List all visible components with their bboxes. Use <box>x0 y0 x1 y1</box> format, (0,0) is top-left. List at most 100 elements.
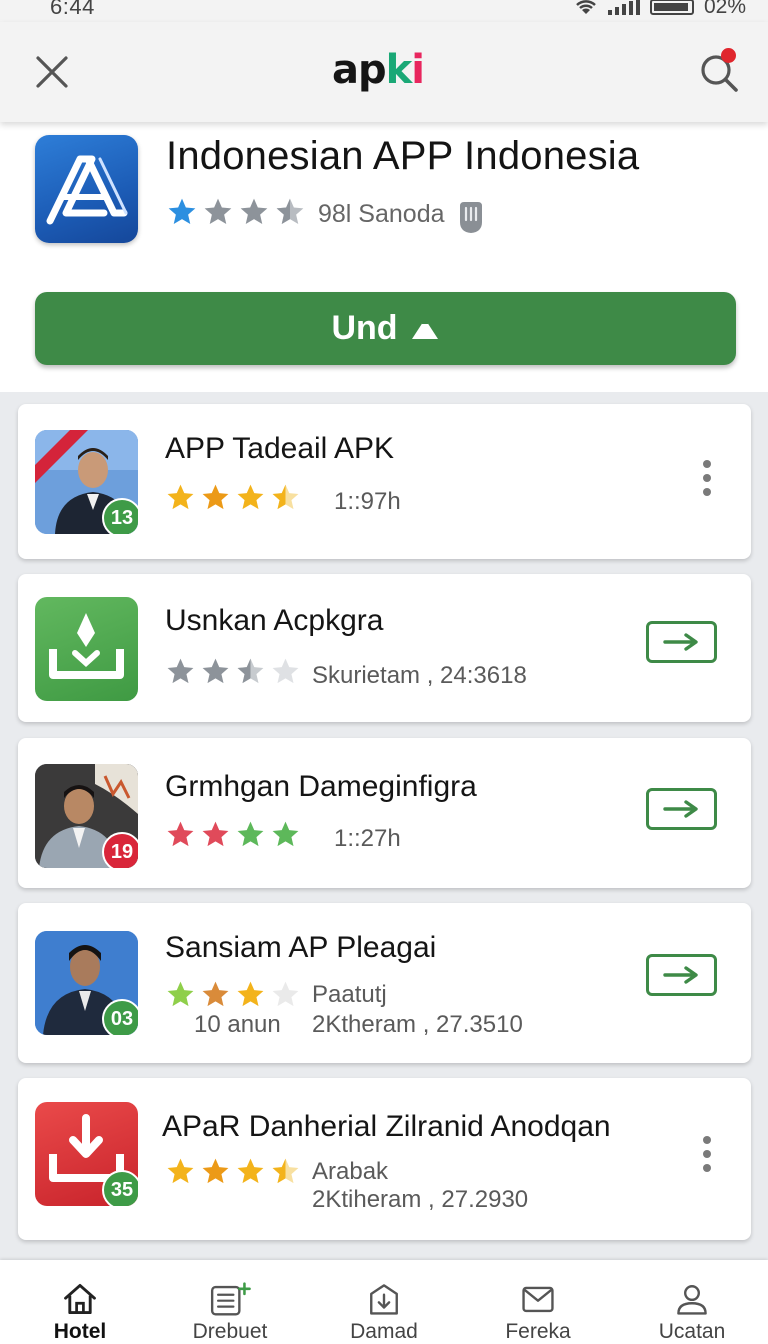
star-icon <box>202 821 229 847</box>
upload-triangle-icon <box>411 318 438 339</box>
app-thumbnail[interactable]: 35 <box>35 1102 138 1206</box>
star-icon <box>204 198 232 224</box>
half-star-icon <box>237 658 264 684</box>
app-thumbnail[interactable] <box>35 597 138 701</box>
nav-label: Ucatan <box>658 1320 726 1343</box>
app-meta-secondary: 2Ktiheram , 27.2930 <box>312 1186 529 1213</box>
app-rank-badge: 03 <box>102 999 138 1035</box>
empty-star-icon <box>272 981 299 1007</box>
app-title: Sansiam AP Pleagai <box>165 931 437 964</box>
star-icon <box>202 658 229 684</box>
bottom-navigation: Hotel Drebuet Damad Fereka Ucatan <box>0 1260 768 1344</box>
list-add-icon <box>210 1282 251 1316</box>
app-meta: Paatutj <box>312 981 387 1008</box>
profile-icon <box>677 1285 707 1315</box>
half-star-icon <box>272 484 299 510</box>
app-rating <box>165 819 301 850</box>
status-indicators: 02% <box>574 0 746 19</box>
app-rating <box>165 656 301 687</box>
star-icon <box>237 484 264 510</box>
shield-icon <box>460 202 482 233</box>
app-rank-badge: 19 <box>102 832 138 868</box>
star-icon <box>167 658 194 684</box>
featured-app: Indonesian APP Indonesia 98l Sanoda Und <box>0 122 768 392</box>
nav-label: Drebuet <box>192 1320 268 1343</box>
arrow-right-icon <box>662 966 698 984</box>
app-thumbnail[interactable]: 19 <box>35 764 138 868</box>
featured-app-title: Indonesian APP Indonesia <box>166 134 640 178</box>
open-button[interactable] <box>646 621 717 663</box>
app-title: APP Tadeail APK <box>165 432 395 465</box>
nav-item-hotel[interactable]: Hotel <box>20 1260 140 1344</box>
star-icon <box>167 821 194 847</box>
app-list-item[interactable]: Usnkan Acpkgra Skurietam , 24:3618 <box>18 574 751 722</box>
close-button[interactable] <box>32 52 72 92</box>
star-icon <box>167 981 194 1007</box>
empty-star-icon <box>272 658 299 684</box>
app-list-item[interactable]: 19 Grmhgan Dameginfigra 1::27h <box>18 738 751 888</box>
app-meta: 1::27h <box>334 825 401 852</box>
app-list-item[interactable]: 13 APP Tadeail APK 1::97h <box>18 404 751 559</box>
featured-meta: 98l Sanoda <box>318 200 445 228</box>
open-button[interactable] <box>646 788 717 830</box>
app-list-item[interactable]: 35 APaR Danherial Zilranid Anodqan Araba… <box>18 1078 751 1240</box>
app-title: Usnkan Acpkgra <box>165 604 384 637</box>
search-button[interactable] <box>696 48 742 94</box>
app-logo[interactable]: ap k i <box>332 47 425 93</box>
nav-label: Damad <box>350 1320 418 1343</box>
close-icon <box>36 56 68 88</box>
app-thumbnail[interactable]: 13 <box>35 430 138 534</box>
half-star-icon <box>272 1158 299 1184</box>
half-star-icon <box>276 198 304 224</box>
app-title: APaR Danherial Zilranid Anodqan <box>162 1110 611 1143</box>
arrow-right-icon <box>662 633 698 651</box>
star-icon <box>168 198 196 224</box>
star-icon <box>202 981 229 1007</box>
app-rank-badge: 13 <box>102 498 138 534</box>
nav-label: Hotel <box>53 1320 107 1343</box>
featured-rating <box>166 196 306 228</box>
star-icon <box>167 1158 194 1184</box>
app-meta-secondary: 2Ktheram , 27.3510 <box>312 1011 523 1038</box>
install-button[interactable]: Und <box>35 292 736 365</box>
nav-label: Fereka <box>505 1320 571 1343</box>
app-bar: ap k i <box>0 22 768 122</box>
app-rank-badge: 35 <box>102 1170 138 1206</box>
nav-item-ucatan[interactable]: Ucatan <box>632 1260 752 1344</box>
star-icon <box>272 821 299 847</box>
more-options-button[interactable] <box>693 456 721 500</box>
status-time: 6:44 <box>50 0 95 19</box>
app-meta: Skurietam , 24:3618 <box>312 662 527 689</box>
nav-item-fereka[interactable]: Fereka <box>478 1260 598 1344</box>
app-meta: Arabak <box>312 1158 389 1185</box>
app-rating <box>165 482 301 513</box>
app-meta-prefix: 10 anun <box>194 1011 281 1038</box>
app-thumbnail[interactable]: 03 <box>35 931 138 1035</box>
star-icon <box>167 484 194 510</box>
app-list-item[interactable]: 03 Sansiam AP Pleagai Paatutj 10 anun 2K… <box>18 903 751 1063</box>
app-rating <box>165 979 301 1010</box>
nav-item-damad[interactable]: Damad <box>324 1260 444 1344</box>
download-box-icon <box>370 1284 398 1315</box>
star-icon <box>237 981 264 1007</box>
arrow-right-icon <box>662 800 698 818</box>
home-icon <box>64 1283 96 1315</box>
star-icon <box>237 1158 264 1184</box>
app-meta: 1::97h <box>334 488 401 515</box>
star-icon <box>237 821 264 847</box>
download-box-icon <box>49 613 124 679</box>
app-list: 13 APP Tadeail APK 1::97h Usnkan Acpkgra <box>0 392 768 1260</box>
battery-icon <box>649 0 694 15</box>
star-icon <box>240 198 268 224</box>
install-button-label: Und <box>331 309 398 347</box>
star-icon <box>202 1158 229 1184</box>
app-title: Grmhgan Dameginfigra <box>165 770 477 803</box>
nav-item-drebuet[interactable]: Drebuet <box>170 1260 290 1344</box>
star-icon <box>202 484 229 510</box>
status-bar: 6:44 02% <box>0 0 768 22</box>
battery-percent: 02% <box>703 0 746 18</box>
more-options-button[interactable] <box>693 1132 721 1176</box>
featured-app-icon[interactable] <box>35 135 138 243</box>
app-rating <box>165 1156 301 1187</box>
open-button[interactable] <box>646 954 717 996</box>
